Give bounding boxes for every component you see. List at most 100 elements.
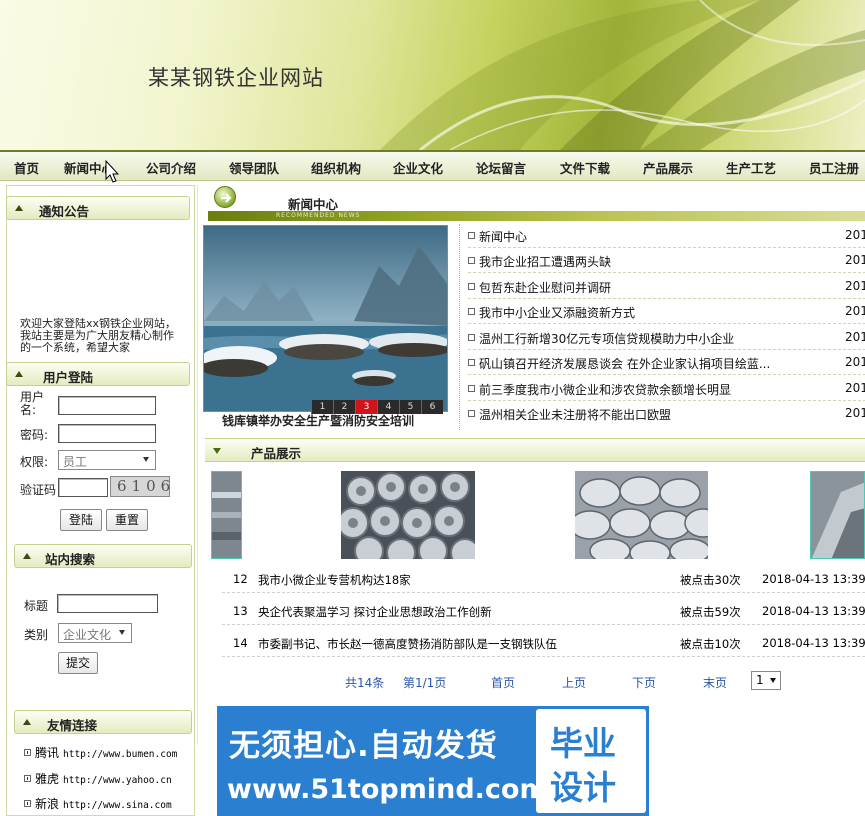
captcha-image[interactable]: 6106	[110, 476, 170, 497]
row-clicks: 被点击30次	[680, 573, 741, 587]
product-image[interactable]	[575, 471, 708, 559]
links-header: 友情连接	[14, 710, 192, 734]
bullet-icon	[468, 283, 475, 290]
site-title: 某某钢铁企业网站	[148, 66, 324, 90]
nav-item-about[interactable]: 公司介绍	[146, 158, 196, 177]
news-item-date: 2018	[845, 381, 865, 395]
news-list-item[interactable]: 新闻中心 2018	[468, 224, 865, 248]
search-title: 站内搜索	[45, 552, 96, 567]
bullet-icon	[24, 749, 31, 756]
search-title-label: 标题	[24, 599, 49, 613]
login-button[interactable]: 登陆	[60, 509, 102, 531]
nav-item-culture[interactable]: 企业文化	[393, 158, 443, 177]
bullet-icon	[24, 775, 31, 782]
pagination-first[interactable]: 首页	[491, 674, 515, 691]
news-item-title[interactable]: 包哲东赴企业慰问并调研	[479, 279, 611, 296]
row-id: 13	[233, 604, 248, 618]
category-select[interactable]: 企业文化	[58, 623, 132, 643]
news-item-date: 2018	[845, 355, 865, 369]
ad-line1: 无须担心.自动发货	[229, 728, 498, 764]
ad-banner[interactable]: 无须担心.自动发货 www.51topmind.com 毕业 设计	[217, 706, 649, 816]
news-item-date: 2018	[845, 330, 865, 344]
role-label: 权限:	[20, 455, 49, 469]
news-item-title[interactable]: 我市企业招工遭遇两头缺	[479, 253, 611, 270]
bullet-icon	[468, 410, 475, 417]
news-item-title[interactable]: 温州工行新增30亿元专项信贷规模助力中小企业	[479, 330, 734, 347]
news-section-title: 新闻中心	[288, 197, 339, 212]
username-input[interactable]	[58, 396, 156, 415]
bullet-icon	[468, 385, 475, 392]
friend-link[interactable]: 雅虎 http://www.yahoo.cn	[24, 770, 172, 787]
news-item-date: 2018	[845, 253, 865, 267]
link-url: http://www.yahoo.cn	[63, 775, 172, 786]
bullet-icon	[468, 257, 475, 264]
news-item-date: 2018	[845, 406, 865, 420]
category-select-value: 企业文化	[63, 628, 112, 642]
search-submit-button[interactable]: 提交	[58, 652, 98, 674]
page-select-value: 1	[756, 673, 764, 687]
friend-link[interactable]: 腾讯 http://www.bumen.com	[24, 744, 177, 761]
nav-item-products[interactable]: 产品展示	[643, 158, 693, 177]
row-title[interactable]: 市委副书记、市长赵一德高度赞扬消防部队是一支钢铁队伍	[258, 636, 557, 652]
bullet-icon	[468, 334, 475, 341]
row-time: 2018-04-13 13:39:5	[762, 604, 865, 618]
nav-item-organization[interactable]: 组织机构	[311, 158, 361, 177]
slide-page-6[interactable]: 6	[421, 400, 443, 414]
row-time: 2018-04-13 13:39:5	[762, 572, 865, 586]
nav-item-leadership[interactable]: 领导团队	[229, 158, 279, 177]
news-slideshow-image[interactable]	[203, 225, 448, 412]
chevron-down-icon	[119, 630, 125, 635]
table-row[interactable]: 14 市委副书记、市长赵一德高度赞扬消防部队是一支钢铁队伍 被点击10次 201…	[222, 625, 865, 657]
role-select[interactable]: 员工	[58, 450, 156, 470]
nav-item-home[interactable]: 首页	[14, 158, 39, 177]
news-list-item[interactable]: 我市企业招工遭遇两头缺 2018	[468, 249, 865, 273]
row-title[interactable]: 我市小微企业专营机构达18家	[258, 572, 411, 588]
news-list-item[interactable]: 温州工行新增30亿元专项信贷规模助力中小企业 2018	[468, 326, 865, 350]
nav-item-forum[interactable]: 论坛留言	[476, 158, 526, 177]
table-row[interactable]: 13 央企代表聚温学习 探讨企业思想政治工作创新 被点击59次 2018-04-…	[222, 593, 865, 625]
product-image[interactable]	[211, 471, 242, 559]
link-url: http://www.bumen.com	[63, 749, 178, 760]
news-list-item[interactable]: 矾山镇召开经济发展恳谈会 在外企业家认捐项目绘蓝... 2018	[468, 351, 865, 375]
pagination-prev[interactable]: 上页	[562, 674, 586, 691]
table-row[interactable]: 12 我市小微企业专营机构达18家 被点击30次 2018-04-13 13:3…	[222, 561, 865, 593]
chevron-down-icon	[143, 457, 149, 462]
news-item-title[interactable]: 矾山镇召开经济发展恳谈会 在外企业家认捐项目绘蓝...	[479, 355, 770, 372]
news-item-title[interactable]: 新闻中心	[479, 228, 527, 245]
news-list-item[interactable]: 我市中小企业又添融资新方式 2018	[468, 300, 865, 324]
link-url: http://www.sina.com	[63, 800, 172, 811]
ad-badge: 毕业 设计	[536, 709, 646, 813]
news-list-item[interactable]: 前三季度我市小微企业和涉农贷款余额增长明显 2018	[468, 377, 865, 401]
nav-item-downloads[interactable]: 文件下载	[560, 158, 610, 177]
news-list: 新闻中心 2018 我市企业招工遭遇两头缺 2018 包哲东赴企业慰问并调研 2018…	[459, 224, 865, 430]
reset-button[interactable]: 重置	[106, 509, 148, 531]
captcha-input[interactable]	[58, 478, 108, 497]
captcha-label: 验证码	[20, 483, 57, 497]
row-title[interactable]: 央企代表聚温学习 探讨企业思想政治工作创新	[258, 604, 492, 620]
nav-item-process[interactable]: 生产工艺	[726, 158, 776, 177]
pagination-last[interactable]: 末页	[703, 674, 727, 691]
slide-caption[interactable]: 钱库镇举办安全生产暨消防安全培训	[222, 412, 414, 429]
nav-item-register[interactable]: 员工注册	[809, 158, 859, 177]
link-name: 新浪	[35, 797, 60, 811]
news-list-item[interactable]: 包哲东赴企业慰问并调研 2018	[468, 275, 865, 299]
login-title: 用户登陆	[43, 370, 94, 385]
product-image[interactable]	[341, 471, 475, 559]
login-header: 用户登陆	[6, 362, 190, 386]
pagination-next[interactable]: 下页	[632, 674, 656, 691]
bullet-icon	[468, 308, 475, 315]
page-select[interactable]: 1	[751, 671, 781, 690]
arrow-circle-icon	[214, 186, 236, 208]
search-title-input[interactable]	[57, 594, 158, 613]
news-item-title[interactable]: 温州相关企业未注册将不能出口欧盟	[479, 406, 671, 423]
product-image[interactable]	[810, 471, 865, 559]
banner-decoration	[380, 0, 865, 150]
password-input[interactable]	[58, 424, 156, 443]
news-item-title[interactable]: 前三季度我市小微企业和涉农贷款余额增长明显	[479, 381, 731, 398]
news-item-date: 2018	[845, 228, 865, 242]
ad-badge-line2: 设计	[550, 768, 616, 807]
triangle-icon	[23, 553, 31, 559]
friend-link[interactable]: 新浪 http://www.sina.com	[24, 795, 172, 812]
news-item-title[interactable]: 我市中小企业又添融资新方式	[479, 304, 635, 321]
news-list-item[interactable]: 温州相关企业未注册将不能出口欧盟 2018	[468, 402, 865, 426]
